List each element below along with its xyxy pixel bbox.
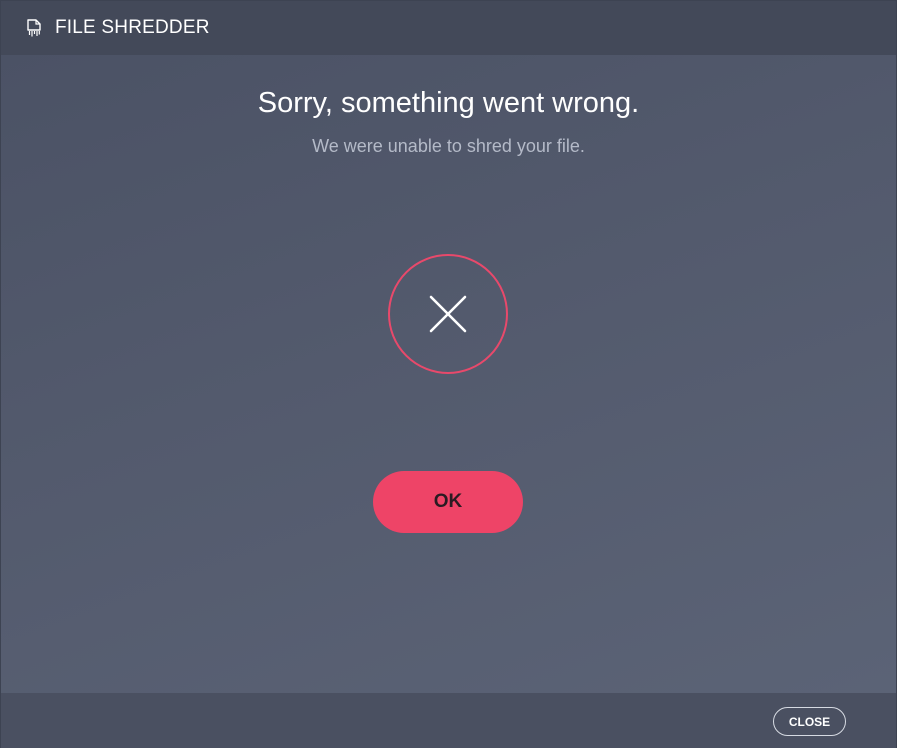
error-x-icon — [429, 295, 467, 333]
ok-button[interactable]: OK — [373, 471, 523, 533]
close-button[interactable]: CLOSE — [773, 707, 846, 736]
error-subheading: We were unable to shred your file. — [312, 136, 585, 156]
shredder-icon — [25, 18, 43, 38]
window-title: FILE SHREDDER — [55, 17, 210, 38]
error-heading: Sorry, something went wrong. — [257, 87, 640, 119]
error-status-indicator — [388, 254, 508, 374]
file-shredder-window: FILE SHREDDER Sorry, something went wron… — [0, 0, 897, 748]
footer-bar — [1, 693, 896, 748]
title-bar: FILE SHREDDER — [1, 1, 896, 55]
